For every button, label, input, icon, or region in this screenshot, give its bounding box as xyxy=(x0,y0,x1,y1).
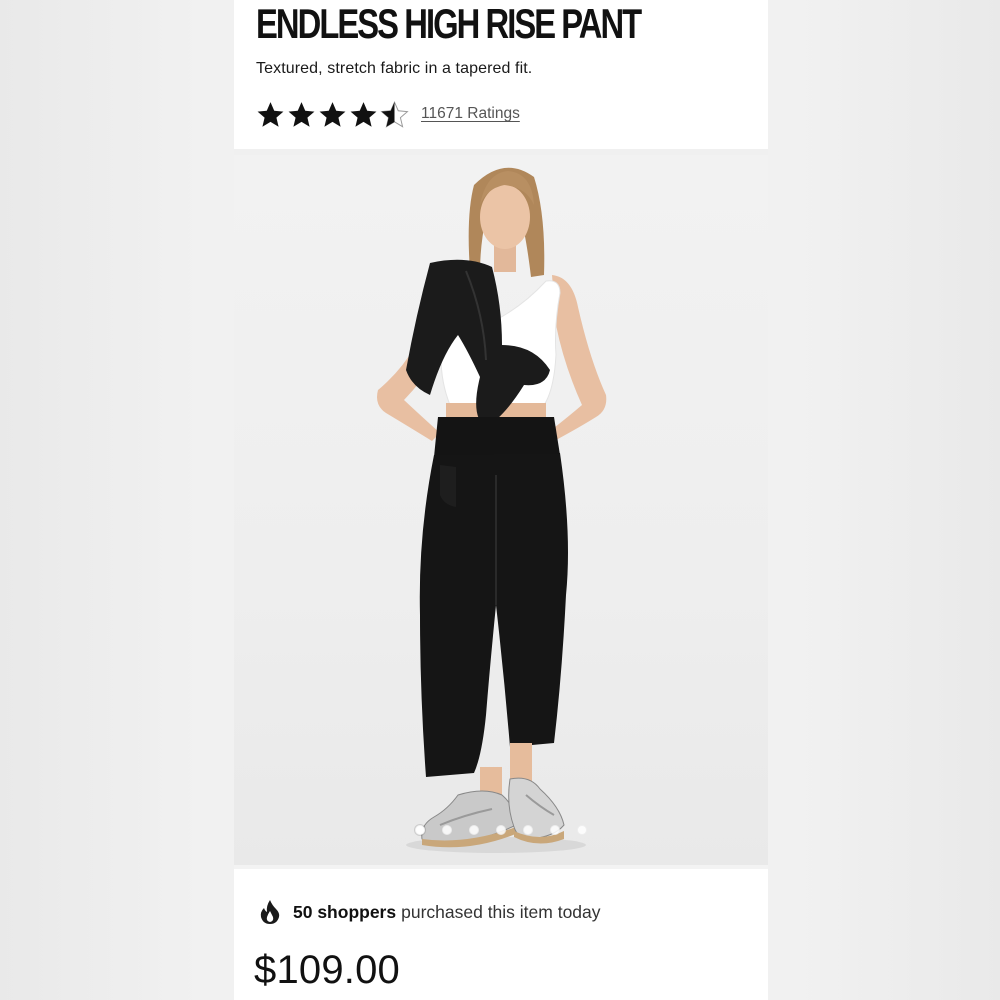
carousel-dot[interactable] xyxy=(550,825,560,835)
carousel-dot[interactable] xyxy=(415,825,425,835)
product-image xyxy=(377,167,607,853)
star-icon xyxy=(319,101,346,127)
product-image-gallery[interactable] xyxy=(234,155,768,865)
shopper-count: 50 shoppers xyxy=(293,901,397,922)
star-icon xyxy=(288,101,315,127)
rating-summary[interactable]: 11671 Ratings xyxy=(256,99,520,129)
product-page: ENDLESS HIGH RISE PANT Textured, stretch… xyxy=(234,0,768,1000)
carousel-dot[interactable] xyxy=(496,825,506,835)
product-title: ENDLESS HIGH RISE PANT xyxy=(256,0,642,47)
star-icon xyxy=(257,101,284,127)
product-description: Textured, stretch fabric in a tapered fi… xyxy=(256,60,533,77)
star-rating xyxy=(256,100,409,129)
ratings-count-link[interactable]: 11671 Ratings xyxy=(421,105,520,123)
product-header: ENDLESS HIGH RISE PANT Textured, stretch… xyxy=(234,0,768,150)
social-proof-text: purchased this item today xyxy=(401,901,601,922)
carousel-dot[interactable] xyxy=(442,825,452,835)
half-star-icon xyxy=(380,100,409,128)
product-price: $109.00 xyxy=(254,948,400,992)
section-divider xyxy=(234,865,768,869)
carousel-dots xyxy=(234,825,768,835)
carousel-dot[interactable] xyxy=(577,825,587,835)
flame-icon xyxy=(260,900,280,924)
star-icon xyxy=(350,101,377,127)
social-proof: 50 shoppers purchased this item today xyxy=(258,898,601,926)
carousel-dot[interactable] xyxy=(469,825,479,835)
carousel-dot[interactable] xyxy=(523,825,533,835)
